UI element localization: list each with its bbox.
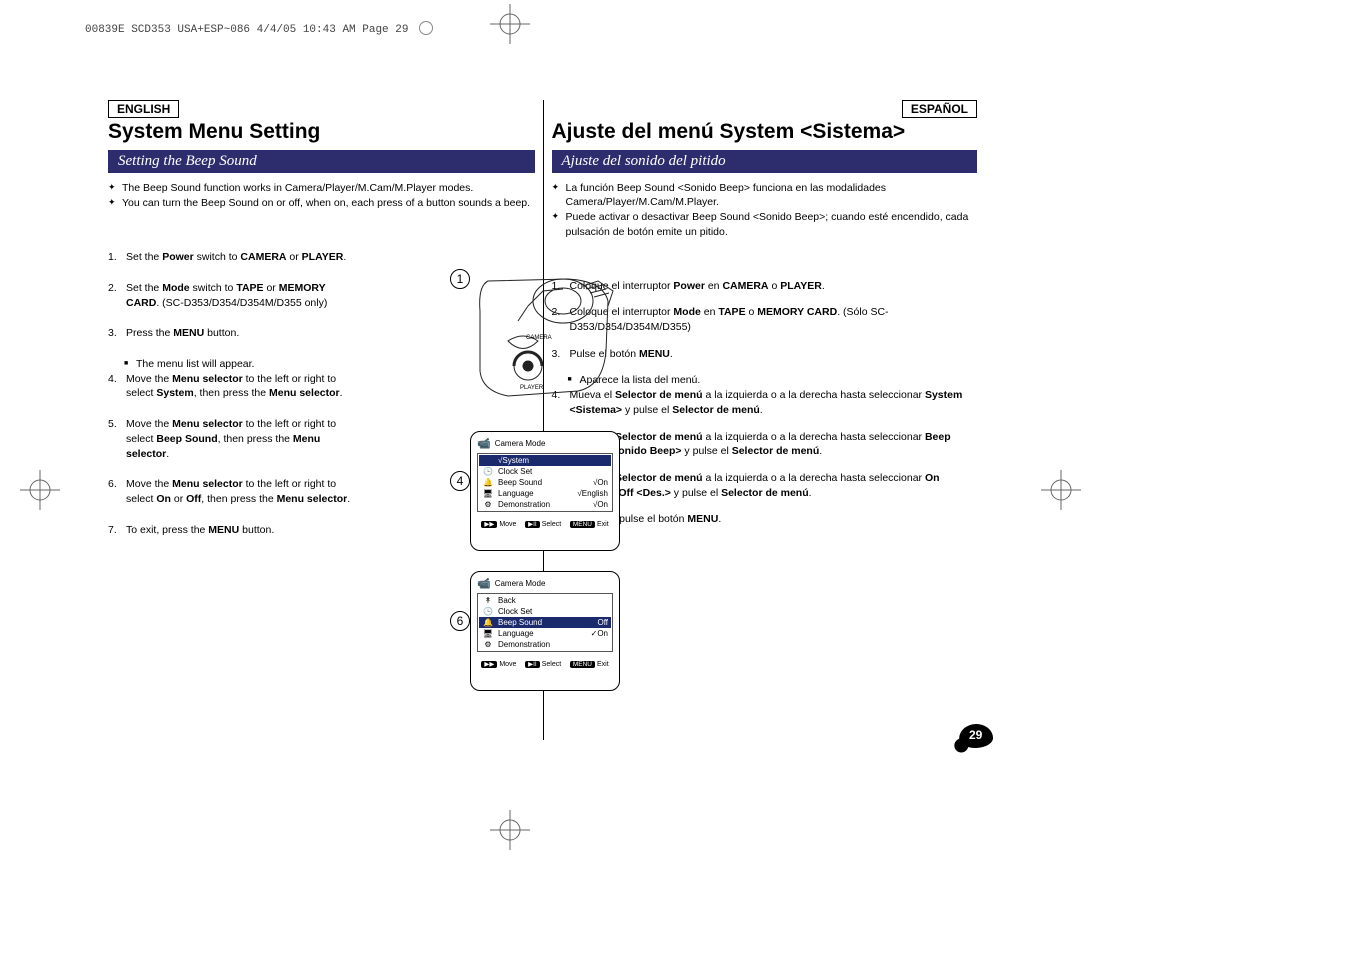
camera-label: CAMERA [526,335,552,341]
menu-row-icon: ⚙ [482,640,494,649]
menu-row-label: Demonstration [498,640,604,649]
step-ref-6: 6 [450,611,470,631]
lcd-title: Camera Mode [495,439,546,448]
lcd-menu-4: √System 🕒 Clock Set 🔔 Beep Sound √On 🖥 Language… [477,453,613,512]
illustration-column: 1 CAMERA PLAYER [458,275,633,691]
step-text: Move the Menu selector to the left or ri… [126,372,358,401]
menu-row-value: √English [577,489,608,498]
step-text: Set the Mode switch to TAPE or MEMORY CA… [126,281,358,310]
intro-list-spanish: La función Beep Sound <Sonido Beep> func… [552,181,978,239]
menu-row-icon: 🕒 [482,607,494,616]
camcorder-illustration: CAMERA PLAYER [468,271,618,411]
menu-row: 🕒 Clock Set [479,466,611,477]
lcd-menu-6: ↟Back 🕒 Clock Set 🔔 Beep Sound Off 🖥 Language ✓… [477,593,613,652]
menu-row: ⚙ Demonstration √On [479,499,611,510]
document-page: ENGLISH System Menu Setting Setting the … [100,100,985,740]
step-item: 1. Set the Power switch to CAMERA or PLAY… [108,250,358,265]
step-ref-4: 4 [450,471,470,491]
menu-row: 🕒 Clock Set [479,606,611,617]
menu-row: 🖥 Language ✓On [479,628,611,639]
menu-row-value: Off [597,618,608,627]
registration-mark [490,810,530,850]
language-tag-english: ENGLISH [108,100,179,118]
lcd-footer-6: ▶▶Move ▶IISelect MENUExit [477,660,613,668]
page-number-badge: 29 [959,724,999,764]
step-text: To exit, press the MENU button. [126,523,274,538]
menu-row-value: √On [593,500,608,509]
intro-list-english: The Beep Sound function works in Camera/… [108,181,535,210]
header-text: 00839E SCD353 USA+ESP~086 4/4/05 10:43 A… [85,24,408,36]
step-item: 6.Move the Menu selector to the left or … [108,477,358,506]
section-heading-english: Setting the Beep Sound [108,150,535,173]
step-number: 4. [108,372,122,401]
language-tag-spanish: ESPAÑOL [902,100,977,118]
registration-mark [490,4,530,44]
step-text: Press the MENU button. [126,326,239,341]
main-title-spanish: Ajuste del menú System <Sistema> [552,120,978,144]
intro-item: La función Beep Sound <Sonido Beep> func… [552,181,978,209]
step-ref-1: 1 [450,269,470,289]
step-text: Move the Menu selector to the left or ri… [126,477,358,506]
step-item: 5.Move the Menu selector to the left or … [108,417,358,461]
menu-row-label: Language [498,489,573,498]
menu-row-label: Clock Set [498,467,604,476]
menu-row-label: Beep Sound [498,478,589,487]
menu-row-label: Beep Sound [498,618,593,627]
lcd-screen-6: 📹 Camera Mode ↟Back 🕒 Clock Set 🔔 Beep Soun… [470,571,620,691]
menu-row: 🖥 Language √English [479,488,611,499]
step-text: Set the Power switch to CAMERA or PLAYER… [126,250,346,265]
step-number: 6. [108,477,122,506]
registration-mark [1041,470,1081,510]
print-header: 00839E SCD353 USA+ESP~086 4/4/05 10:43 A… [85,18,433,36]
menu-row-value: √On [593,478,608,487]
intro-item: The Beep Sound function works in Camera/… [108,181,535,195]
lcd-footer-4: ▶▶Move ▶IISelect MENUExit [477,520,613,528]
print-hit-mark [419,21,433,35]
steps-english: 1. Set the Power switch to CAMERA or PLAY… [108,250,358,537]
menu-row: √System [479,455,611,466]
menu-back-row: ↟Back [479,595,611,606]
intro-item: You can turn the Beep Sound on or off, w… [108,196,535,210]
lcd-title: Camera Mode [495,579,546,588]
menu-row-label: Clock Set [498,607,604,616]
menu-row-icon: 🕒 [482,467,494,476]
step-subtext: The menu list will appear. [108,357,358,372]
menu-row: ⚙ Demonstration [479,639,611,650]
section-heading-spanish: Ajuste del sonido del pitido [552,150,978,173]
menu-row-icon: 🔔 [482,618,494,627]
step-number: 1. [108,250,122,265]
registration-mark [20,470,60,510]
step-number: 2. [108,281,122,310]
menu-row: 🔔 Beep Sound Off [479,617,611,628]
page-number: 29 [969,728,982,742]
menu-row-icon: 🖥 [482,489,494,498]
menu-row-icon: 🔔 [482,478,494,487]
menu-row: 🔔 Beep Sound √On [479,477,611,488]
camcorder-icon: 📹 [477,437,491,450]
menu-row-value: ✓On [591,629,608,638]
menu-row-label: Demonstration [498,500,589,509]
step-number: 3. [108,326,122,341]
menu-row-label: √System [498,456,604,465]
step-item: 7. To exit, press the MENU button. [108,523,358,538]
menu-row-icon: 🖥 [482,629,494,638]
step-number: 7. [108,523,122,538]
menu-row-icon: ⚙ [482,500,494,509]
menu-row-label: Language [498,629,587,638]
step-text: Move the Menu selector to the left or ri… [126,417,358,461]
camcorder-icon: 📹 [477,577,491,590]
lcd-screen-4: 📹 Camera Mode √System 🕒 Clock Set 🔔 Beep Sou… [470,431,620,551]
step-item: 4.Move the Menu selector to the left or … [108,372,358,401]
step-item: 2.Set the Mode switch to TAPE or MEMORY … [108,281,358,310]
step-number: 5. [108,417,122,461]
step-item: 3. Press the MENU button. [108,326,358,341]
player-label: PLAYER [520,385,544,391]
main-title-english: System Menu Setting [108,120,535,144]
intro-item: Puede activar o desactivar Beep Sound <S… [552,210,978,238]
